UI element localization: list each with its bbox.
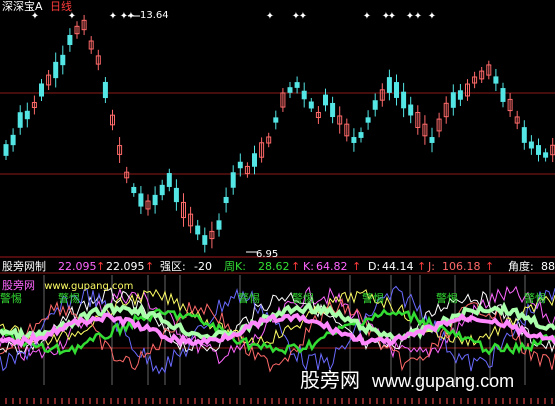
candle-body [301, 90, 307, 100]
zhouK-arrow: ↑ [291, 260, 301, 273]
candle-body [323, 94, 328, 106]
signal-marker-icon: ✦ [266, 11, 274, 22]
candle-body [394, 82, 399, 98]
candle-body [308, 101, 314, 109]
j-arrow: ↑ [485, 260, 495, 273]
candle-body [365, 117, 371, 123]
candle-body [528, 141, 534, 149]
high-price-label: 13.64 [140, 10, 169, 21]
candle-body [372, 100, 378, 110]
qiangqu-label: 强区: [160, 260, 186, 273]
warning-label: 警惕 [292, 292, 314, 305]
candle-body [223, 196, 229, 204]
warning-label: 警惕 [238, 292, 260, 305]
chart-header: 深深宝A 日线 [2, 0, 72, 14]
indicator-v2-arrow: ↑ [145, 260, 155, 273]
candle-body [429, 137, 435, 143]
watermark-url: www.gupang.com [372, 371, 515, 391]
candle-body [351, 137, 357, 143]
signal-marker-icon: ✦ [363, 11, 371, 22]
k-value: 64.82 [316, 260, 348, 273]
signal-marker-icon: ✦ [127, 11, 135, 22]
candle-body [17, 112, 23, 128]
candle-body [60, 54, 66, 66]
candle-body [102, 81, 108, 99]
candle-body [273, 117, 279, 123]
candle-body [457, 90, 463, 100]
warning-label: 警惕 [362, 292, 384, 305]
indicator-bar: 股旁网制 22.095 ↑ 22.095 ↑ 强区: -20 周K: 28.62… [0, 259, 555, 274]
candle-body [294, 82, 300, 88]
jiaodu-label: 角度: [508, 260, 534, 273]
candle-body [521, 127, 527, 143]
candle-body [131, 186, 137, 194]
d-arrow: ↑ [417, 260, 427, 273]
signal-marker-icon: ✦ [414, 11, 422, 22]
candle-body [3, 144, 9, 156]
candle-body [330, 102, 336, 118]
candle-body [173, 187, 179, 203]
candle-body [230, 172, 236, 188]
warning-label: 警惕 [58, 292, 80, 305]
j-label: J: [428, 260, 435, 273]
warning-label: 警惕 [524, 292, 546, 305]
candle-body [237, 161, 243, 169]
candle-body [358, 132, 364, 138]
watermark: 股旁网 www.gupang.com [300, 364, 514, 393]
candle-body [195, 225, 201, 235]
period-label[interactable]: 日线 [50, 0, 72, 13]
indicator-line [0, 285, 555, 375]
qiangqu-value: -20 [194, 260, 212, 273]
candle-body [67, 34, 73, 46]
candle-body [202, 235, 208, 245]
signal-marker-icon: ✦ [299, 11, 307, 22]
indicator-v1: 22.095 [58, 260, 97, 273]
candle-body [10, 134, 16, 146]
j-value: 106.18 [442, 260, 481, 273]
signal-marker-icon: ✦ [109, 11, 117, 22]
candle-body [401, 91, 407, 109]
indicator-name[interactable]: 股旁网制 [2, 259, 46, 274]
candle-body [166, 173, 172, 187]
indicator-v2: 22.095 [106, 260, 145, 273]
candle-body [500, 88, 506, 102]
candle-body [386, 77, 392, 93]
warning-label: 警惕 [436, 292, 458, 305]
zhouK-label: 周K: [224, 260, 246, 273]
candle-body [252, 153, 257, 167]
candle-body [287, 87, 293, 93]
jiaodu-value: 88 [541, 260, 555, 273]
candle-body [39, 83, 44, 97]
candle-body [408, 104, 414, 116]
candle-body [493, 76, 499, 84]
d-label: D: [368, 260, 381, 273]
candle-body [138, 193, 144, 207]
k-label: K: [303, 260, 314, 273]
candle-body [536, 145, 541, 155]
signal-marker-icon: ✦ [428, 11, 436, 22]
kline-chart[interactable]: ✦ ✦ ✦ ✦✦ ✦ ✦✦ ✦ ✦✦ ✦ ✦ ✦ [0, 0, 555, 406]
indicator-v1-arrow: ↑ [96, 260, 106, 273]
k-arrow: ↑ [352, 260, 362, 273]
warning-label: 警惕 [0, 292, 22, 305]
watermark-site: 股旁网 [300, 368, 360, 392]
stock-name[interactable]: 深深宝A [2, 0, 43, 13]
candle-body [450, 92, 456, 108]
candle-body [24, 110, 30, 120]
candle-body [216, 220, 222, 230]
candle-body [159, 184, 165, 196]
zhouK-value: 28.62 [258, 260, 290, 273]
candle-body [53, 61, 59, 79]
d-value: 44.14 [382, 260, 414, 273]
signal-marker-icon: ✦ [388, 11, 396, 22]
candle-body [543, 152, 549, 158]
candle-body [152, 194, 158, 206]
